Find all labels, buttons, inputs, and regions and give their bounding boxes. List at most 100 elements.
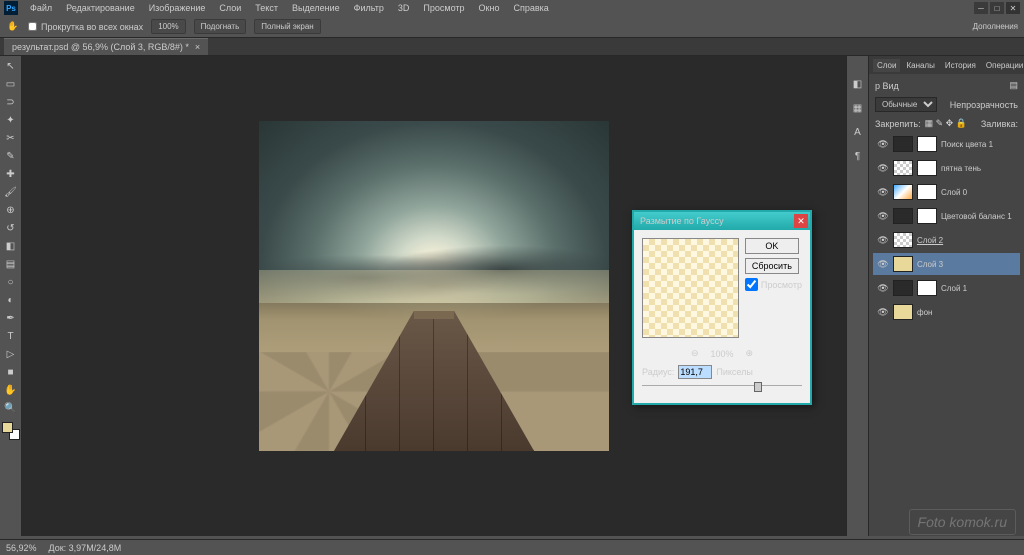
menu-help[interactable]: Справка	[507, 1, 554, 15]
visibility-icon[interactable]: 👁	[877, 186, 889, 198]
zoom-out-icon[interactable]: ⊖	[691, 348, 699, 359]
actions-tab[interactable]: Операции	[982, 59, 1024, 72]
app-logo: Ps	[4, 1, 18, 15]
visibility-icon[interactable]: 👁	[877, 210, 889, 222]
visibility-icon[interactable]: 👁	[877, 234, 889, 246]
preview-checkbox[interactable]: Просмотр	[745, 278, 802, 291]
full-screen-button[interactable]: Полный экран	[254, 19, 320, 34]
layer-thumb	[893, 232, 913, 248]
eraser-tool[interactable]: ◧	[2, 238, 20, 255]
crop-tool[interactable]: ✂	[2, 130, 20, 147]
mask-thumb	[917, 208, 937, 224]
history-tab[interactable]: История	[941, 59, 980, 72]
menu-select[interactable]: Выделение	[286, 1, 346, 15]
blend-mode-select[interactable]: Обычные	[875, 97, 937, 112]
dialog-close-button[interactable]: ✕	[794, 214, 808, 228]
visibility-icon[interactable]: 👁	[877, 162, 889, 174]
minimize-button[interactable]: ─	[974, 2, 988, 14]
hand-tool[interactable]: ✋	[2, 382, 20, 399]
gradient-tool[interactable]: ▤	[2, 256, 20, 273]
zoom-level[interactable]: 56,92%	[6, 543, 37, 553]
lock-icons[interactable]: ▦ ✎ ✥ 🔒	[925, 118, 967, 129]
stamp-tool[interactable]: ⊕	[2, 202, 20, 219]
layer-row[interactable]: 👁 фон	[873, 301, 1020, 323]
marquee-tool[interactable]: ▭	[2, 76, 20, 93]
layer-row[interactable]: 👁 Слой 1	[873, 277, 1020, 299]
lasso-tool[interactable]: ⊃	[2, 94, 20, 111]
menu-window[interactable]: Окно	[473, 1, 506, 15]
zoom-tool[interactable]: 🔍	[2, 400, 20, 417]
menu-image[interactable]: Изображение	[143, 1, 212, 15]
layers-tab[interactable]: Слои	[873, 59, 900, 72]
color-panel-icon[interactable]: ◧	[850, 76, 866, 92]
menu-3d[interactable]: 3D	[392, 1, 416, 15]
maximize-button[interactable]: □	[990, 2, 1004, 14]
visibility-icon[interactable]: 👁	[877, 138, 889, 150]
layer-row[interactable]: 👁 пятна тень	[873, 157, 1020, 179]
swatches-panel-icon[interactable]: ▦	[850, 100, 866, 116]
radius-unit: Пикселы	[716, 367, 752, 377]
shape-tool[interactable]: ■	[2, 364, 20, 381]
mask-thumb	[917, 136, 937, 152]
menu-type[interactable]: Текст	[249, 1, 284, 15]
visibility-icon[interactable]: 👁	[877, 282, 889, 294]
collapsed-panels-dock: ◧ ▦ A ¶	[846, 56, 868, 536]
reset-button[interactable]: Сбросить	[745, 258, 799, 274]
menu-file[interactable]: Файл	[24, 1, 58, 15]
para-panel-icon[interactable]: ¶	[850, 148, 866, 164]
doc-info[interactable]: Док: 3,97M/24,8M	[49, 543, 122, 553]
menu-filter[interactable]: Фильтр	[348, 1, 390, 15]
workspace-switcher[interactable]: Дополнения	[973, 22, 1018, 31]
preview-zoom-level: 100%	[710, 349, 733, 359]
char-panel-icon[interactable]: A	[850, 124, 866, 140]
move-tool[interactable]: ↖	[2, 58, 20, 75]
dialog-titlebar[interactable]: Размытие по Гауссу ✕	[634, 212, 810, 230]
layer-thumb	[893, 184, 913, 200]
path-tool[interactable]: ▷	[2, 346, 20, 363]
radius-slider[interactable]	[642, 385, 802, 395]
hand-tool-icon[interactable]: ✋	[6, 20, 20, 34]
brush-tool[interactable]: 🖌	[2, 184, 20, 201]
foreground-swatch[interactable]	[2, 422, 13, 433]
scroll-all-windows-check[interactable]: Прокрутка во всех окнах	[28, 22, 143, 32]
ok-button[interactable]: OK	[745, 238, 799, 254]
channels-tab[interactable]: Каналы	[902, 59, 938, 72]
document-canvas[interactable]	[259, 121, 609, 451]
zoom-100-button[interactable]: 100%	[151, 19, 185, 34]
pen-tool[interactable]: ✒	[2, 310, 20, 327]
type-tool[interactable]: T	[2, 328, 20, 345]
slider-thumb[interactable]	[754, 382, 762, 392]
layer-row[interactable]: 👁 Слой 0	[873, 181, 1020, 203]
wand-tool[interactable]: ✦	[2, 112, 20, 129]
blur-preview[interactable]	[642, 238, 739, 338]
color-swatches[interactable]	[2, 422, 20, 440]
fit-screen-button[interactable]: Подогнать	[194, 19, 247, 34]
eyedropper-tool[interactable]: ✎	[2, 148, 20, 165]
layer-row-active[interactable]: 👁 Слой 3	[873, 253, 1020, 275]
fill-label: Заливка:	[981, 119, 1018, 129]
gaussian-blur-dialog[interactable]: Размытие по Гауссу ✕ OK Сбросить Просмот…	[632, 210, 812, 405]
close-button[interactable]: ✕	[1006, 2, 1020, 14]
mask-thumb	[917, 160, 937, 176]
tab-close-icon[interactable]: ×	[195, 42, 200, 52]
history-brush-tool[interactable]: ↺	[2, 220, 20, 237]
heal-tool[interactable]: ✚	[2, 166, 20, 183]
layer-row[interactable]: 👁 Цветовой баланс 1	[873, 205, 1020, 227]
layer-thumb	[893, 136, 913, 152]
zoom-in-icon[interactable]: ⊕	[746, 348, 754, 359]
document-tab[interactable]: результат.psd @ 56,9% (Слой 3, RGB/8#) *…	[4, 38, 208, 55]
menu-view[interactable]: Просмотр	[417, 1, 470, 15]
layer-row[interactable]: 👁 Поиск цвета 1	[873, 133, 1020, 155]
document-tab-title: результат.psd @ 56,9% (Слой 3, RGB/8#) *	[12, 42, 189, 52]
menu-layer[interactable]: Слои	[213, 1, 247, 15]
layer-row[interactable]: 👁 Слой 2	[873, 229, 1020, 251]
blur-tool[interactable]: ○	[2, 274, 20, 291]
status-bar: 56,92% Док: 3,97M/24,8M	[0, 539, 1024, 555]
radius-input[interactable]	[678, 365, 712, 379]
visibility-icon[interactable]: 👁	[877, 258, 889, 270]
filter-icon[interactable]: ▤	[1009, 80, 1018, 91]
layer-thumb	[893, 280, 913, 296]
dodge-tool[interactable]: ◐	[2, 292, 20, 309]
visibility-icon[interactable]: 👁	[877, 306, 889, 318]
menu-edit[interactable]: Редактирование	[60, 1, 141, 15]
